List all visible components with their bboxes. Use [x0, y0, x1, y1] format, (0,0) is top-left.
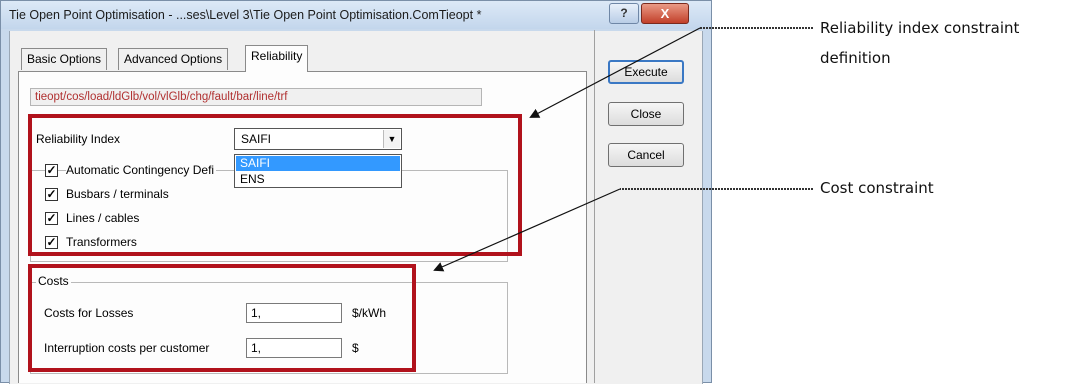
cost-arrow — [433, 188, 813, 272]
reliability-arrow — [529, 27, 813, 118]
annotation-arrows — [433, 27, 813, 272]
